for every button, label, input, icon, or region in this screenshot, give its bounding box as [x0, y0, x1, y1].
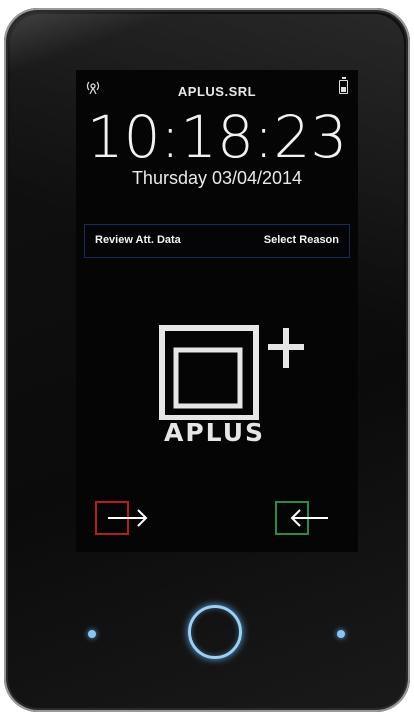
- battery-level: [341, 87, 346, 92]
- action-bar: Review Att. Data Select Reason: [84, 224, 350, 258]
- select-reason-button[interactable]: Select Reason: [264, 234, 339, 246]
- clock-in-arrow-icon[interactable]: [94, 500, 154, 540]
- back-indicator-dot[interactable]: [88, 630, 96, 638]
- menu-indicator-dot[interactable]: [337, 630, 345, 638]
- battery-charging-icon: [339, 77, 348, 94]
- clock-date: Thursday 03/04/2014: [131, 168, 303, 188]
- aplus-logo-mark: [159, 325, 304, 421]
- clock-out-arrow-icon[interactable]: [274, 500, 334, 540]
- clock-time: 10:18:23: [86, 103, 348, 171]
- logo-wordmark: APLUS: [164, 418, 266, 447]
- aplus-logo: APLUS: [156, 320, 306, 450]
- home-button[interactable]: [188, 605, 242, 659]
- company-name: APLUS.SRL: [177, 84, 257, 99]
- display-screen: APLUS.SRL 10:18:23 Thursday 03/04/2014 R…: [76, 70, 358, 552]
- review-attendance-button[interactable]: Review Att. Data: [95, 234, 181, 246]
